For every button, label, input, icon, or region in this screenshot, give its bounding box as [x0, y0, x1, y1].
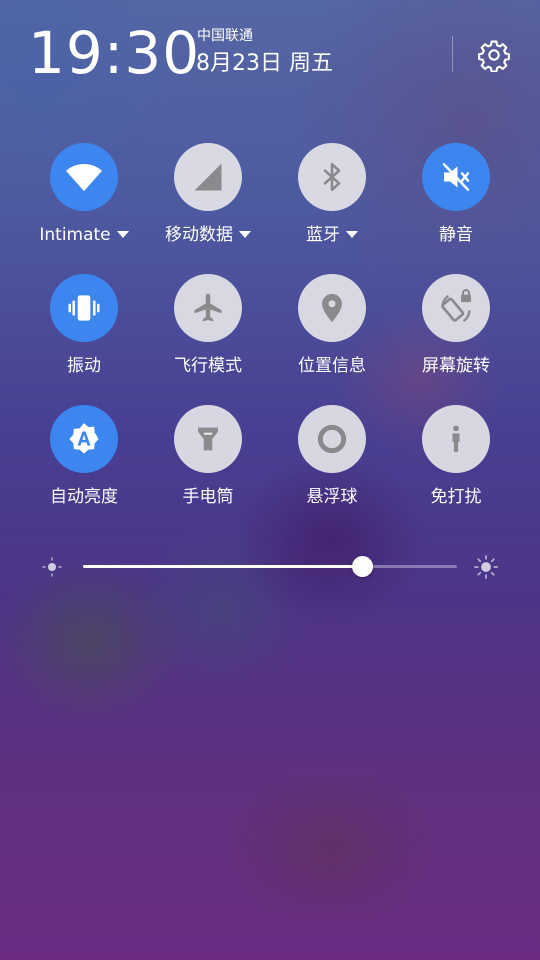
airplane-icon: [194, 293, 222, 322]
floating-ball-toggle[interactable]: [298, 405, 366, 473]
tile-bluetooth[interactable]: 蓝牙: [270, 143, 394, 253]
tile-label: Intimate: [22, 223, 146, 247]
location-icon: [322, 293, 342, 323]
brightness-control: [0, 545, 540, 589]
do-not-disturb-icon: [452, 425, 460, 452]
tile-label: 移动数据: [146, 223, 270, 247]
vibrate-toggle[interactable]: [50, 274, 118, 342]
status-header: 19:30 中国联通 8月23日 周五: [0, 0, 540, 110]
location-toggle[interactable]: [298, 274, 366, 342]
tile-label: 振动: [67, 356, 101, 376]
tile-label: 静音: [439, 225, 473, 245]
tile-label: 手电筒: [182, 487, 234, 507]
tile-mobile-data[interactable]: 移动数据: [146, 143, 270, 253]
dropdown-caret-icon[interactable]: [239, 230, 251, 238]
tile-do-not-disturb[interactable]: 免打扰: [394, 405, 518, 515]
tile-floating-ball[interactable]: 悬浮球: [270, 405, 394, 515]
sun-large-icon: [474, 555, 498, 579]
tile-auto-brightness[interactable]: 自动亮度: [22, 405, 146, 515]
dropdown-caret-icon[interactable]: [116, 230, 129, 238]
carrier-name: 中国联通: [197, 28, 253, 44]
settings-button[interactable]: [474, 35, 514, 75]
signal-icon: [194, 163, 222, 191]
gear-icon: [478, 40, 510, 72]
divider: [452, 36, 453, 72]
sun-small-icon: [42, 557, 62, 577]
brightness-thumb[interactable]: [351, 556, 373, 577]
airplane-toggle[interactable]: [174, 274, 242, 342]
date[interactable]: 8月23日 周五: [196, 50, 333, 78]
mobile-data-toggle[interactable]: [174, 143, 242, 211]
flashlight-icon: [198, 427, 218, 451]
tile-vibrate[interactable]: 振动: [22, 274, 146, 384]
tile-label: 蓝牙: [270, 223, 394, 247]
mute-icon: [442, 163, 470, 191]
auto-brightness-toggle[interactable]: [50, 405, 118, 473]
brightness-fill: [83, 565, 362, 568]
tile-label: 位置信息: [298, 356, 366, 376]
wifi-icon: [66, 164, 102, 192]
vibrate-icon: [68, 295, 100, 321]
wifi-toggle[interactable]: [50, 143, 118, 211]
auto-brightness-icon: [69, 423, 99, 454]
tile-mute[interactable]: 静音: [394, 143, 518, 253]
tile-label: 自动亮度: [50, 487, 118, 507]
tile-label: 悬浮球: [306, 487, 358, 507]
dropdown-caret-icon[interactable]: [346, 230, 358, 238]
tile-label: 屏幕旋转: [422, 356, 490, 376]
brightness-slider[interactable]: [83, 556, 457, 577]
mute-toggle[interactable]: [422, 143, 490, 211]
rotate-lock-icon: [441, 289, 471, 322]
floating-ball-icon: [317, 424, 347, 454]
tile-rotate[interactable]: 屏幕旋转: [394, 274, 518, 384]
bluetooth-icon: [323, 162, 341, 192]
do-not-disturb-toggle[interactable]: [422, 405, 490, 473]
clock[interactable]: 19:30: [28, 20, 200, 86]
rotate-toggle[interactable]: [422, 274, 490, 342]
tile-airplane[interactable]: 飞行模式: [146, 274, 270, 384]
tile-label: 飞行模式: [174, 356, 242, 376]
tile-label: 免打扰: [430, 487, 482, 507]
tile-location[interactable]: 位置信息: [270, 274, 394, 384]
flashlight-toggle[interactable]: [174, 405, 242, 473]
tile-flashlight[interactable]: 手电筒: [146, 405, 270, 515]
bluetooth-toggle[interactable]: [298, 143, 366, 211]
tile-wifi[interactable]: Intimate: [22, 143, 146, 253]
